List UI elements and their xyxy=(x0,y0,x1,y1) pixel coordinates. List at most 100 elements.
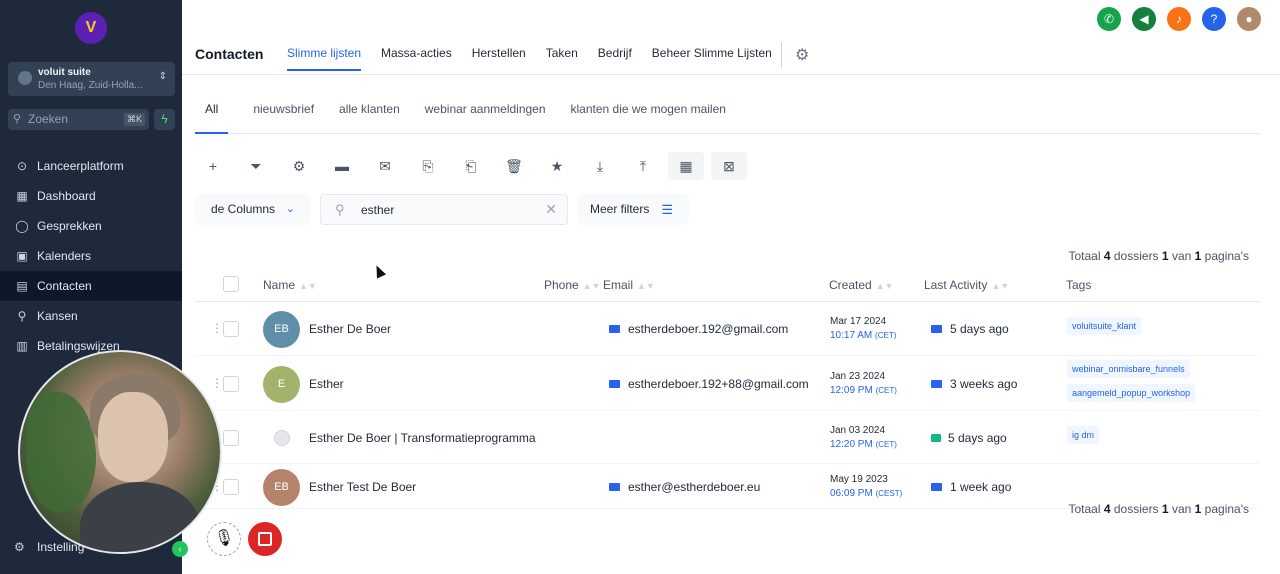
tab-bedrijf[interactable]: Bedrijf xyxy=(598,46,632,71)
help-icon[interactable]: ? xyxy=(1202,7,1226,31)
tab-beheer-slimme-lijsten[interactable]: Beheer Slimme Lijsten xyxy=(652,46,772,71)
contacts-tabs: Slimme lijsten Massa-acties Herstellen T… xyxy=(287,46,792,71)
stop-recording-button[interactable] xyxy=(248,522,282,556)
sidebar-item-contacten[interactable]: ▤ Contacten xyxy=(0,271,182,301)
contact-name-link[interactable]: Esther Test De Boer xyxy=(309,480,416,494)
settings-gear-icon[interactable]: ⚙ xyxy=(795,45,809,65)
tag-badge[interactable]: ig dm xyxy=(1067,425,1100,444)
tags-cell: webinar_onmisbare_funnels aangemeld_popup… xyxy=(1067,360,1196,408)
robot-icon[interactable]: ⚙ xyxy=(281,152,317,180)
sidebar-item-lanceerplatform[interactable]: ⊙ Lanceerplatform xyxy=(0,151,182,181)
upload-icon[interactable]: ⤒ xyxy=(625,152,661,180)
sidebar-item-kansen[interactable]: ⚲ Kansen xyxy=(0,301,182,331)
smart-list-tabs: All nieuwsbrief alle klanten webinar aan… xyxy=(195,100,1260,134)
contact-search[interactable]: ⚲ ✕ xyxy=(320,194,568,225)
tags-cell: voluitsuite_klant xyxy=(1067,317,1142,341)
last-activity: 3 weeks ago xyxy=(931,377,1017,391)
avatar: E xyxy=(263,365,300,403)
megaphone-icon[interactable]: ◀ xyxy=(1132,7,1156,31)
drag-handle-icon[interactable]: ⋮ xyxy=(211,376,223,390)
contact-name-link[interactable]: Esther xyxy=(309,377,344,391)
copy-tag-icon[interactable]: ⎘ xyxy=(410,152,446,180)
tag-badge[interactable]: aangemeld_popup_workshop xyxy=(1067,384,1196,402)
account-switcher[interactable]: voluit suite Den Haag, Zuid-Holla... ⇕ xyxy=(8,62,175,96)
message-icon[interactable]: ▬ xyxy=(324,152,360,180)
bell-icon[interactable]: ♪ xyxy=(1167,7,1191,31)
add-icon[interactable]: + xyxy=(195,152,231,180)
sort-icon: ▲▼ xyxy=(582,281,601,291)
sidebar-item-gesprekken[interactable]: ◯ Gesprekken xyxy=(0,211,182,241)
user-avatar-icon[interactable]: ● xyxy=(1237,7,1261,31)
tab-herstellen[interactable]: Herstellen xyxy=(472,46,526,71)
sidebar-item-kalenders[interactable]: ▣ Kalenders xyxy=(0,241,182,271)
contact-email[interactable]: estherdeboer.192@gmail.com xyxy=(609,322,788,336)
remove-tag-icon[interactable]: ⎗ xyxy=(453,152,489,180)
contact-email[interactable]: estherdeboer.192+88@gmail.com xyxy=(609,377,809,391)
table-row[interactable]: ⋮ E Esther estherdeboer.192+88@gmail.com Jan… xyxy=(195,356,1260,411)
tab-webinar-aanmeldingen[interactable]: webinar aanmeldingen xyxy=(425,100,546,134)
sidebar-item-label: Gesprekken xyxy=(37,219,102,233)
collapse-sidebar-icon[interactable]: ‹ xyxy=(172,541,188,557)
sidebar-search[interactable]: ⚲ ⌘K xyxy=(8,109,149,130)
search-icon: ⚲ xyxy=(335,202,345,217)
opportunities-icon: ⚲ xyxy=(17,309,27,323)
avatar: EB xyxy=(263,311,300,348)
table-header: Name ▲▼ Phone ▲▼ Email ▲▼ Created ▲▼ Last Ac… xyxy=(195,268,1260,302)
plant-image xyxy=(26,392,96,512)
sidebar-item-dashboard[interactable]: ▦ Dashboard xyxy=(0,181,182,211)
tag-badge[interactable]: webinar_onmisbare_funnels xyxy=(1067,360,1190,378)
sort-icon: ▲▼ xyxy=(299,281,317,291)
tab-taken[interactable]: Taken xyxy=(546,46,578,71)
tab-slimme-lijsten[interactable]: Slimme lijsten xyxy=(287,46,362,71)
more-filters-button[interactable]: Meer filters ☰ xyxy=(577,194,689,225)
column-last-activity[interactable]: Last Activity ▲▼ xyxy=(924,278,1009,292)
sort-icon: ▲▼ xyxy=(991,281,1010,291)
rocket-icon: ⊙ xyxy=(16,159,28,173)
table-row[interactable]: ⋮ EB Esther De Boer estherdeboer.192@gmail.… xyxy=(195,302,1260,356)
contact-email[interactable]: esther@estherdeboer.eu xyxy=(609,480,760,494)
columns-dropdown[interactable]: de Columns ⌄ xyxy=(195,194,311,225)
column-name[interactable]: Name ▲▼ xyxy=(263,278,317,292)
pagination-summary-top: Totaal 4 dossiers 1 van 1 pagina's xyxy=(1068,249,1249,263)
filter-icon[interactable]: ⏷ xyxy=(238,152,274,180)
search-shortcut: ⌘K xyxy=(123,113,145,126)
row-checkbox[interactable] xyxy=(223,478,239,495)
company-icon[interactable]: ▦ xyxy=(668,152,704,180)
quick-actions-bolt-icon[interactable]: ϟ xyxy=(154,109,175,130)
webcam-overlay xyxy=(18,350,222,554)
sidebar-search-input[interactable] xyxy=(28,111,116,127)
pagination-summary-bottom: Totaal 4 dossiers 1 van 1 pagina's xyxy=(1068,502,1249,516)
merge-icon[interactable]: ⊠ xyxy=(711,152,747,180)
column-email[interactable]: Email ▲▼ xyxy=(603,278,655,292)
table-row[interactable]: ⋮Esther De Boer | Transformatieprogramma… xyxy=(195,411,1260,464)
drag-handle-icon[interactable]: ⋮ xyxy=(211,321,223,335)
tab-massa-acties[interactable]: Massa-acties xyxy=(381,46,452,71)
sidebar-item-label: Dashboard xyxy=(37,189,96,203)
tab-klanten-mailen[interactable]: klanten die we mogen mailen xyxy=(571,100,726,134)
column-phone[interactable]: Phone ▲▼ xyxy=(544,278,601,292)
created-date: Jan 23 2024 12:09 PM (CET) xyxy=(830,370,897,396)
star-icon[interactable]: ★ xyxy=(539,152,575,180)
delete-icon[interactable]: 🗑 xyxy=(496,152,532,180)
email-icon[interactable]: ✉ xyxy=(367,152,403,180)
phone-icon[interactable]: ✆ xyxy=(1097,7,1121,31)
clear-search-icon[interactable]: ✕ xyxy=(545,201,557,218)
app-logo[interactable]: V xyxy=(75,12,107,44)
contact-search-input[interactable] xyxy=(361,202,531,218)
tab-all[interactable]: All xyxy=(195,100,229,134)
tag-badge[interactable]: voluitsuite_klant xyxy=(1067,317,1142,335)
microphone-button[interactable]: 🎙 xyxy=(207,522,241,556)
row-checkbox[interactable] xyxy=(223,429,239,446)
last-activity: 5 days ago xyxy=(931,322,1009,336)
select-all-checkbox[interactable] xyxy=(223,276,239,292)
row-checkbox[interactable] xyxy=(223,321,239,337)
contact-name-link[interactable]: Esther De Boer xyxy=(309,322,391,336)
download-icon[interactable]: ⤓ xyxy=(582,152,618,180)
row-checkbox[interactable] xyxy=(223,375,239,392)
column-created[interactable]: Created ▲▼ xyxy=(829,278,894,292)
tab-alle-klanten[interactable]: alle klanten xyxy=(339,100,400,134)
last-activity: 1 week ago xyxy=(931,480,1011,494)
tab-nieuwsbrief[interactable]: nieuwsbrief xyxy=(253,100,314,134)
avatar: EB xyxy=(263,468,300,506)
contact-name-link[interactable]: Esther De Boer | Transformatieprogramma xyxy=(309,431,536,445)
